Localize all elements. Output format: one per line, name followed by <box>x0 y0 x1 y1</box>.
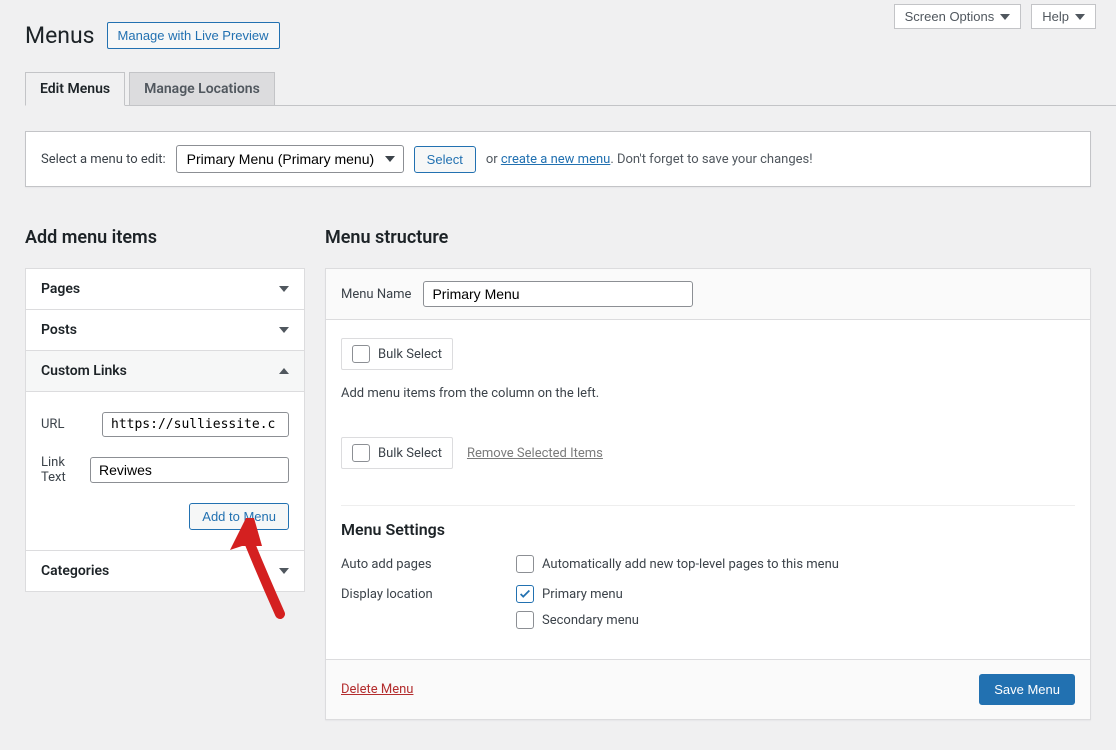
menu-name-input[interactable] <box>423 281 693 307</box>
add-items-heading: Add menu items <box>25 227 305 248</box>
url-label: URL <box>41 417 102 432</box>
live-preview-button[interactable]: Manage with Live Preview <box>107 22 280 49</box>
screen-options-button[interactable]: Screen Options <box>894 4 1022 29</box>
primary-location-checkbox[interactable] <box>516 585 534 603</box>
bulk-select-bottom[interactable]: Bulk Select <box>341 437 453 469</box>
bulk-select-label: Bulk Select <box>378 347 442 362</box>
metabox-custom-links[interactable]: Custom Links <box>26 351 304 391</box>
metabox-categories-label: Categories <box>41 563 109 579</box>
tab-edit-menus[interactable]: Edit Menus <box>25 72 125 106</box>
menu-select-dropdown[interactable]: Primary Menu (Primary menu) <box>176 145 404 173</box>
menu-select-label: Select a menu to edit: <box>41 152 166 167</box>
url-input[interactable] <box>102 412 289 437</box>
metabox-posts[interactable]: Posts <box>26 310 304 350</box>
metabox-pages[interactable]: Pages <box>26 269 304 309</box>
bulk-select-label: Bulk Select <box>378 446 442 461</box>
add-to-menu-button[interactable]: Add to Menu <box>189 503 289 530</box>
help-button[interactable]: Help <box>1031 4 1096 29</box>
primary-location-label: Primary menu <box>542 587 623 602</box>
page-title: Menus <box>25 22 95 49</box>
structure-heading: Menu structure <box>325 227 1091 248</box>
bulk-select-checkbox[interactable] <box>352 345 370 363</box>
chevron-down-icon <box>279 325 289 335</box>
chevron-down-icon <box>1000 12 1010 22</box>
structure-help-text: Add menu items from the column on the le… <box>341 386 1075 401</box>
bulk-select-top[interactable]: Bulk Select <box>341 338 453 370</box>
auto-add-label: Auto add pages <box>341 555 516 572</box>
create-menu-link[interactable]: create a new menu <box>501 152 610 167</box>
metabox-custom-links-label: Custom Links <box>41 363 127 379</box>
check-icon <box>518 587 532 601</box>
menu-name-label: Menu Name <box>341 287 411 302</box>
select-button[interactable]: Select <box>414 146 476 173</box>
nav-tabs: Edit Menus Manage Locations <box>25 72 1116 106</box>
secondary-location-checkbox[interactable] <box>516 611 534 629</box>
bulk-select-checkbox[interactable] <box>352 444 370 462</box>
screen-options-label: Screen Options <box>905 9 995 24</box>
help-label: Help <box>1042 9 1069 24</box>
secondary-location-label: Secondary menu <box>542 613 639 628</box>
menu-settings-heading: Menu Settings <box>341 505 1075 539</box>
save-menu-button[interactable]: Save Menu <box>979 674 1075 705</box>
auto-add-option-label: Automatically add new top-level pages to… <box>542 557 839 572</box>
chevron-down-icon <box>279 566 289 576</box>
chevron-up-icon <box>279 366 289 376</box>
display-location-label: Display location <box>341 585 516 602</box>
remove-selected-link[interactable]: Remove Selected Items <box>467 446 603 461</box>
auto-add-checkbox[interactable] <box>516 555 534 573</box>
metabox-posts-label: Posts <box>41 322 77 338</box>
link-text-label: Link Text <box>41 455 90 485</box>
link-text-input[interactable] <box>90 457 289 483</box>
menu-select-bar: Select a menu to edit: Primary Menu (Pri… <box>25 131 1091 187</box>
tab-manage-locations[interactable]: Manage Locations <box>129 72 275 105</box>
chevron-down-icon <box>279 284 289 294</box>
metabox-pages-label: Pages <box>41 281 80 297</box>
select-hint: or create a new menu. Don't forget to sa… <box>486 152 813 167</box>
chevron-down-icon <box>1075 12 1085 22</box>
delete-menu-link[interactable]: Delete Menu <box>341 682 413 697</box>
metabox-categories[interactable]: Categories <box>26 551 304 591</box>
